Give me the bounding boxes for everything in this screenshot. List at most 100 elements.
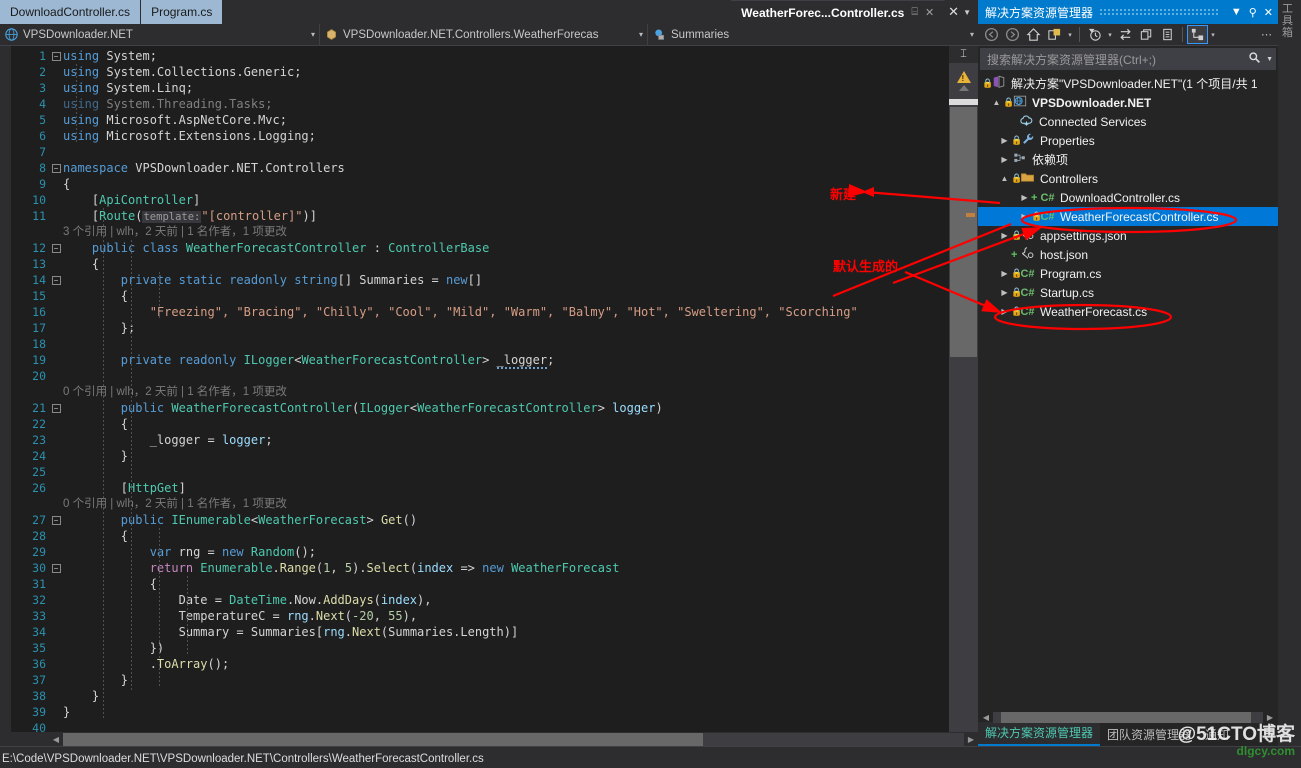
collapse-toggle[interactable]: − (49, 560, 63, 576)
chevron-down-icon[interactable]: ▾ (1105, 31, 1115, 39)
warning-indicator[interactable] (949, 63, 978, 99)
tree-node-weather-forecast-cs[interactable]: ▶ 🔒 C# WeatherForecast.cs (978, 302, 1278, 321)
collapse-toggle[interactable]: − (49, 512, 63, 528)
solution-tree[interactable]: 🔒 解决方案"VPSDownloader.NET"(1 个项目/共 1 ▲ 🔒 … (978, 72, 1278, 711)
editor-tab-download-controller[interactable]: DownloadController.cs (0, 0, 142, 24)
hscrollbar-thumb[interactable] (63, 732, 703, 746)
codelens-constructor[interactable]: 0 个引用 | wlh，2 天前 | 1 名作者，1 项更改 (63, 384, 949, 400)
expander-icon[interactable]: ▶ (998, 288, 1011, 297)
switch-views-button[interactable] (1044, 25, 1065, 44)
expander-icon[interactable]: ▶ (998, 231, 1011, 240)
file-path-bar: E:\Code\VPSDownloader.NET\VPSDownloader.… (0, 750, 978, 768)
line-number: 27 (32, 513, 46, 527)
line-number: 35 (32, 641, 46, 655)
docked-tab-toolbox[interactable]: 工具箱 (1282, 3, 1297, 39)
toolbar-overflow-button[interactable]: ⋯ (1261, 28, 1275, 41)
scroll-right-arrow-icon[interactable]: ▶ (964, 735, 978, 744)
editor-tab-strip: DownloadController.cs Program.cs Weather… (0, 0, 978, 24)
tree-node-controllers[interactable]: ▲ 🔒 Controllers (978, 169, 1278, 188)
collapse-toggle[interactable]: − (49, 160, 63, 176)
collapse-toggle[interactable]: − (49, 48, 63, 64)
expander-icon[interactable]: ▶ (1018, 212, 1031, 221)
expander-icon[interactable]: ▶ (1018, 193, 1031, 202)
editor-tab-program[interactable]: Program.cs (141, 0, 224, 24)
sync-with-active-document-button[interactable] (1115, 25, 1136, 44)
line-number: 11 (32, 209, 46, 223)
scroll-left-arrow-icon[interactable]: ◀ (979, 713, 993, 722)
tree-node-properties[interactable]: ▶ 🔒 Properties (978, 131, 1278, 150)
tree-node-startup-cs[interactable]: ▶ 🔒 C# Startup.cs (978, 283, 1278, 302)
close-icon[interactable]: ✕ (925, 6, 934, 19)
chevron-down-icon[interactable]: ▼ (1263, 56, 1273, 63)
chevron-down-icon[interactable]: ▼ (1231, 6, 1242, 18)
editor-horizontal-scroll-row: ◀ ▶ (0, 732, 978, 746)
pin-icon[interactable]: ⚲ (1249, 6, 1257, 19)
code-line: } (63, 705, 71, 719)
solution-explorer-search[interactable]: 搜索解决方案资源管理器(Ctrl+;) ▼ (980, 48, 1276, 70)
annotation-default-generated: 默认生成的 (833, 259, 899, 274)
title-dots (1099, 7, 1218, 17)
collapse-toggle[interactable]: − (49, 240, 63, 256)
chevron-down-icon[interactable]: ▾ (1065, 31, 1075, 39)
json-file-icon (1019, 246, 1036, 263)
back-button[interactable] (981, 25, 1002, 44)
expander-icon[interactable]: ▶ (998, 136, 1011, 145)
navbar-member-dropdown[interactable]: Summaries ▾ (648, 24, 978, 45)
forward-button[interactable] (1002, 25, 1023, 44)
tab-strip-spacer (223, 0, 731, 24)
tree-node-host-json[interactable]: + host.json (978, 245, 1278, 264)
tree-node-label: 解决方案"VPSDownloader.NET"(1 个项目/共 1 (1011, 77, 1258, 91)
expander-icon[interactable]: ▶ (998, 269, 1011, 278)
code-editor-pane: 1 2 3 4 5 6 7 8 9 10 11 12 13 14 15 16 1… (0, 46, 978, 746)
show-all-files-button[interactable] (1187, 25, 1208, 44)
tree-node-appsettings-json[interactable]: ▶ 🔒 appsettings.json (978, 226, 1278, 245)
tree-node-weather-forecast-controller[interactable]: ▶ 🔒 C# WeatherForecastController.cs (978, 207, 1278, 226)
collapse-toggle[interactable]: − (49, 272, 63, 288)
pin-icon[interactable]: ⌸ (911, 6, 918, 19)
code-line: public class WeatherForecastController :… (91, 241, 490, 255)
tab-solution-explorer[interactable]: 解决方案资源管理器 (978, 722, 1101, 746)
main-area: 1 2 3 4 5 6 7 8 9 10 11 12 13 14 15 16 1… (0, 46, 1301, 746)
pending-changes-filter-button[interactable] (1084, 25, 1105, 44)
codelens-class[interactable]: 3 个引用 | wlh，2 天前 | 1 名作者，1 项更改 (63, 224, 949, 240)
code-text-area[interactable]: using System; using System.Collections.G… (63, 46, 949, 732)
tree-node-program-cs[interactable]: ▶ 🔒 C# Program.cs (978, 264, 1278, 283)
tree-node-solution[interactable]: 🔒 解决方案"VPSDownloader.NET"(1 个项目/共 1 (978, 74, 1278, 93)
tree-node-dependencies[interactable]: ▶ 依赖项 (978, 150, 1278, 169)
scroll-left-arrow-icon[interactable]: ◀ (49, 735, 63, 744)
horizontal-scrollbar[interactable] (63, 732, 964, 746)
close-icon[interactable]: ✕ (1264, 6, 1273, 19)
tree-node-label: Startup.cs (1040, 285, 1095, 300)
vertical-scrollbar[interactable] (949, 105, 978, 732)
tab-list-button[interactable]: ✕ ▼ (945, 0, 978, 24)
editor-tab-weather-forecast-controller[interactable]: WeatherForec...Controller.cs ⌸ ✕ (731, 0, 946, 24)
navbar-type-dropdown[interactable]: VPSDownloader.NET.Controllers.WeatherFor… (320, 24, 648, 45)
expander-icon[interactable]: ▶ (998, 307, 1011, 316)
file-path-label: E:\Code\VPSDownloader.NET\VPSDownloader.… (2, 753, 484, 765)
tree-node-project[interactable]: ▲ 🔒 VPSDownloader.NET (978, 93, 1278, 112)
split-view-handle[interactable]: ⌶ (949, 46, 978, 63)
scroll-up-arrow-icon[interactable] (958, 85, 969, 91)
lock-icon: 🔒 (1011, 135, 1023, 145)
refresh-button[interactable] (1136, 25, 1157, 44)
tree-node-connected-services[interactable]: Connected Services (978, 112, 1278, 131)
expander-icon[interactable]: ▲ (998, 174, 1011, 183)
code-line: Summary = Summaries[rng.Next(Summaries.L… (63, 625, 519, 639)
line-number: 33 (32, 609, 46, 623)
search-input[interactable]: 搜索解决方案资源管理器(Ctrl+;) (987, 51, 1246, 68)
codelens-get-method[interactable]: 0 个引用 | wlh，2 天前 | 1 名作者，1 项更改 (63, 496, 949, 512)
tree-node-download-controller[interactable]: ▶ + C# DownloadController.cs (978, 188, 1278, 207)
collapse-toggle[interactable]: − (49, 400, 63, 416)
collapse-all-button[interactable] (1157, 25, 1178, 44)
expander-icon[interactable]: ▶ (998, 155, 1011, 164)
line-number: 38 (32, 689, 46, 703)
search-icon[interactable] (1246, 51, 1263, 67)
expander-icon[interactable]: ▲ (990, 98, 1003, 107)
scrollbar-thumb[interactable] (950, 107, 977, 357)
solution-explorer-title-bar: 解决方案资源管理器 ▼ ⚲ ✕ (978, 0, 1278, 24)
navbar-project-dropdown[interactable]: VPSDownloader.NET ▾ (0, 24, 320, 45)
tree-node-label: appsettings.json (1040, 228, 1127, 243)
chevron-down-icon[interactable]: ▾ (1208, 31, 1218, 39)
home-button[interactable] (1023, 25, 1044, 44)
solution-explorer-title: 解决方案资源管理器 (985, 5, 1094, 20)
